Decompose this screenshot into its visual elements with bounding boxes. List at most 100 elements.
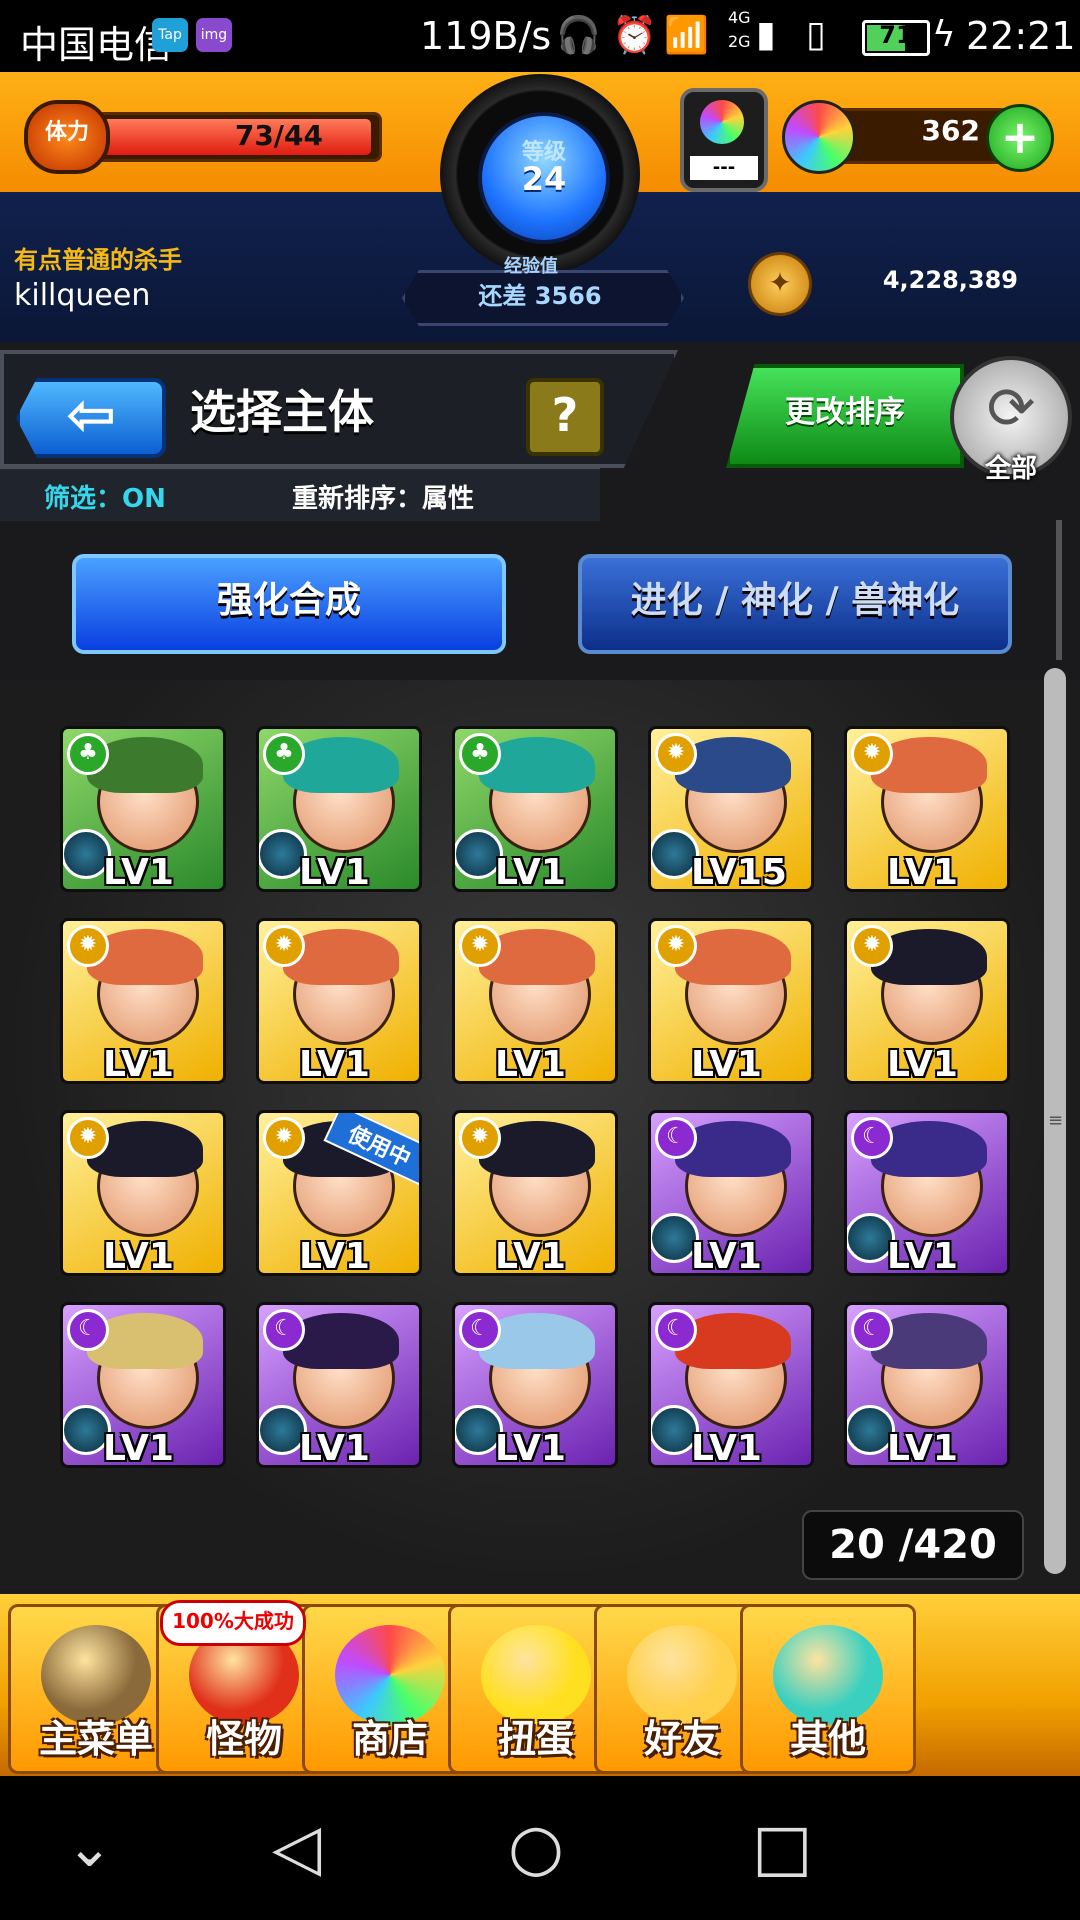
monster-card[interactable]: ✹ LV1 bbox=[844, 918, 1010, 1084]
monster-level: LV1 bbox=[887, 1428, 958, 1468]
sim-icon: ▯ bbox=[806, 14, 826, 55]
tap-app-icon: Tap bbox=[152, 18, 188, 52]
net-speed: 119B/s bbox=[420, 14, 552, 58]
orb-machine-icon[interactable]: --- bbox=[680, 88, 768, 192]
change-sort-button[interactable]: 更改排序 bbox=[726, 364, 964, 468]
dark-element-icon: ☾ bbox=[459, 1309, 501, 1351]
monster-card[interactable]: ✹ LV1 bbox=[60, 1110, 226, 1276]
monster-card[interactable]: ✹ LV1 bbox=[844, 726, 1010, 892]
monster-card[interactable]: ✹ LV1 bbox=[452, 918, 618, 1084]
monster-card[interactable]: ☾ LV1 bbox=[60, 1302, 226, 1468]
monster-card[interactable]: ☾ LV1 bbox=[648, 1302, 814, 1468]
box-counter: 20 /420 bbox=[802, 1510, 1024, 1580]
light-element-icon: ✹ bbox=[655, 733, 697, 775]
light-element-icon: ✹ bbox=[67, 1117, 109, 1159]
headphones-icon: 🎧 bbox=[556, 15, 601, 56]
monster-level: LV1 bbox=[103, 1428, 174, 1468]
hide-nav-icon[interactable]: ⌄ bbox=[66, 1816, 113, 1880]
dark-element-icon: ☾ bbox=[851, 1117, 893, 1159]
wifi-icon: 📶 bbox=[664, 15, 709, 56]
monster-card[interactable]: ✹ LV1 bbox=[256, 918, 422, 1084]
monster-card[interactable]: ☾ LV1 bbox=[256, 1302, 422, 1468]
player-name: killqueen bbox=[14, 278, 151, 313]
scroll-grip-icon[interactable]: ≡ bbox=[1048, 1110, 1063, 1150]
sort-order-label[interactable]: 重新排序：属性 bbox=[292, 478, 474, 515]
show-all-button[interactable]: ⟳ 全部 bbox=[950, 356, 1072, 484]
monster-level: LV15 bbox=[691, 852, 787, 892]
player-title: 有点普通的杀手 bbox=[14, 246, 182, 274]
battery-level: 71 bbox=[879, 21, 913, 49]
back-button[interactable]: ⇦ bbox=[16, 378, 166, 458]
light-element-icon: ✹ bbox=[851, 733, 893, 775]
clock: 22:21 bbox=[966, 14, 1076, 58]
monster-level: LV1 bbox=[299, 852, 370, 892]
wood-element-icon: ♣ bbox=[67, 733, 109, 775]
back-nav-icon[interactable]: ◁ bbox=[272, 1816, 321, 1880]
dark-element-icon: ☾ bbox=[851, 1309, 893, 1351]
monster-level: LV1 bbox=[103, 1044, 174, 1084]
light-element-icon: ✹ bbox=[851, 925, 893, 967]
light-element-icon: ✹ bbox=[263, 925, 305, 967]
gem-count: 362 bbox=[921, 114, 980, 147]
show-all-label: 全部 bbox=[984, 454, 1037, 484]
monster-level: LV1 bbox=[299, 1428, 370, 1468]
network-4g-label: 4G bbox=[728, 8, 751, 27]
gem-orb-icon bbox=[782, 100, 856, 174]
monster-level: LV1 bbox=[887, 1236, 958, 1276]
stamina-badge: 体力 bbox=[24, 100, 110, 174]
monster-card[interactable]: ✹ LV1 bbox=[452, 1110, 618, 1276]
monster-level: LV1 bbox=[691, 1236, 762, 1276]
monster-level: LV1 bbox=[495, 1236, 566, 1276]
monster-level: LV1 bbox=[299, 1236, 370, 1276]
monster-card[interactable]: ♣ LV1 bbox=[256, 726, 422, 892]
help-button[interactable]: ? bbox=[526, 378, 604, 456]
scroll-track-top bbox=[1056, 520, 1062, 660]
stamina-value: 73/44 bbox=[234, 119, 323, 152]
monster-card[interactable]: ♣ LV1 bbox=[452, 726, 618, 892]
rainbow-orb-icon bbox=[700, 100, 744, 144]
monster-card[interactable]: ✹ LV1 bbox=[60, 918, 226, 1084]
stamina-bar: 73/44 bbox=[96, 112, 382, 162]
dark-element-icon: ☾ bbox=[263, 1309, 305, 1351]
nav-label: 其他 bbox=[789, 1717, 866, 1761]
tab-power-up-fusion[interactable]: 强化合成 bbox=[72, 554, 506, 654]
wood-element-icon: ♣ bbox=[263, 733, 305, 775]
monster-card[interactable]: ☾ LV1 bbox=[452, 1302, 618, 1468]
promo-badge: 100%大成功 bbox=[160, 1600, 306, 1646]
monster-card[interactable]: ✹ LV1 bbox=[648, 918, 814, 1084]
monster-level: LV1 bbox=[103, 1236, 174, 1276]
charging-icon: ϟ bbox=[932, 14, 956, 55]
monster-card[interactable]: ☾ LV1 bbox=[844, 1302, 1010, 1468]
recent-apps-icon[interactable]: □ bbox=[752, 1816, 812, 1880]
filter-toggle[interactable]: 筛选：ON bbox=[44, 478, 166, 515]
light-element-icon: ✹ bbox=[459, 925, 501, 967]
exp-label: 经验值 bbox=[504, 256, 558, 277]
monster-level: LV1 bbox=[887, 1044, 958, 1084]
monster-level: LV1 bbox=[691, 1044, 762, 1084]
monster-card[interactable]: ✹ LV15 bbox=[648, 726, 814, 892]
monster-level: LV1 bbox=[103, 852, 174, 892]
tab-evolution[interactable]: 进化 / 神化 / 兽神化 bbox=[578, 554, 1012, 654]
gallery-app-icon: img bbox=[196, 18, 232, 52]
monster-card[interactable]: ✹ LV1 使用中 bbox=[256, 1110, 422, 1276]
alarm-icon: ⏰ bbox=[612, 15, 657, 56]
light-element-icon: ✹ bbox=[459, 1117, 501, 1159]
monster-level: LV1 bbox=[299, 1044, 370, 1084]
monster-card[interactable]: ☾ LV1 bbox=[844, 1110, 1010, 1276]
level-value: 24 bbox=[521, 160, 567, 198]
dark-element-icon: ☾ bbox=[655, 1117, 697, 1159]
monster-card[interactable]: ♣ LV1 bbox=[60, 726, 226, 892]
battery-icon: 71 bbox=[862, 20, 930, 56]
nav-other[interactable]: 其他 bbox=[740, 1604, 916, 1774]
level-badge[interactable]: 等级 24 bbox=[478, 112, 610, 244]
monster-level: LV1 bbox=[887, 852, 958, 892]
exp-value: 还差 3566 bbox=[478, 282, 602, 310]
light-element-icon: ✹ bbox=[67, 925, 109, 967]
coin-icon: ✦ bbox=[748, 252, 812, 316]
add-gems-button[interactable]: + bbox=[986, 104, 1054, 172]
wood-element-icon: ♣ bbox=[459, 733, 501, 775]
home-nav-icon[interactable]: ○ bbox=[508, 1816, 564, 1880]
dark-element-icon: ☾ bbox=[655, 1309, 697, 1351]
monster-card[interactable]: ☾ LV1 bbox=[648, 1110, 814, 1276]
monster-level: LV1 bbox=[495, 1428, 566, 1468]
